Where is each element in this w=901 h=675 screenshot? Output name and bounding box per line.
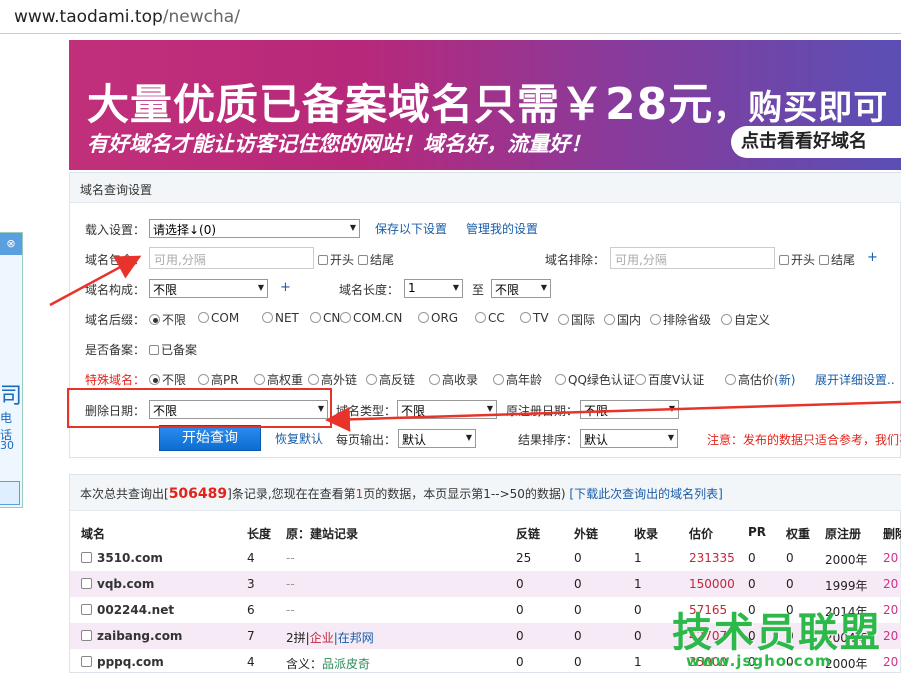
- cell-record: --: [286, 577, 295, 591]
- watermark: 技术员联盟 www.jsgho.com: [666, 600, 901, 673]
- record-part-b: 品派皮奇: [322, 657, 371, 671]
- table-row[interactable]: vqb.com 3 -- 0 0 1 150000 0 0 1999年 20: [70, 571, 901, 597]
- cell-outlinks: 0: [574, 551, 582, 565]
- column-header: 域名: [81, 527, 106, 541]
- arrow-to-delete-date: [325, 400, 901, 432]
- cell-outlinks: 0: [574, 655, 582, 669]
- cell-record: 2拼|企业|在邦网: [286, 629, 374, 646]
- cell-reg: 2000年: [825, 553, 868, 567]
- cell-domain[interactable]: vqb.com: [81, 577, 154, 591]
- column-header: 原注册: [825, 527, 862, 541]
- cell-backlinks: 0: [516, 629, 524, 643]
- domain-text: pppq.com: [97, 655, 164, 669]
- cell-outlinks: 0: [574, 603, 582, 617]
- cell-len: 4: [247, 551, 255, 565]
- total-count: 506489: [168, 486, 228, 502]
- cell-del: 20: [883, 551, 899, 565]
- download-list-link[interactable]: [下载此次查询出的域名列表]: [569, 487, 722, 501]
- cell-price: 231335: [689, 551, 735, 565]
- summary-c: 页的数据，本页显示第1-->50的数据): [363, 487, 566, 501]
- cell-pr: 0: [748, 577, 756, 591]
- cell-indexed: 1: [634, 577, 642, 591]
- domain-text: zaibang.com: [97, 629, 183, 643]
- cell-indexed: 1: [634, 655, 642, 669]
- cell-weight: 0: [786, 577, 794, 591]
- cell-len: 7: [247, 629, 255, 643]
- cell-del: 20: [883, 577, 899, 591]
- record-part-c[interactable]: |在邦网: [334, 631, 374, 645]
- cell-outlinks: 0: [574, 577, 582, 591]
- cell-len: 4: [247, 655, 255, 669]
- cell-reg: 1999年: [825, 579, 868, 593]
- cell-weight: 0: [786, 551, 794, 565]
- cell-domain[interactable]: 002244.net: [81, 603, 174, 617]
- cell-pr: 0: [748, 551, 756, 565]
- cell-backlinks: 0: [516, 577, 524, 591]
- cell-indexed: 0: [634, 629, 642, 643]
- cell-backlinks: 0: [516, 655, 524, 669]
- column-header: 权重: [786, 527, 811, 541]
- record-part-a: 含义：: [286, 657, 323, 671]
- checkbox-icon[interactable]: [81, 656, 92, 667]
- column-header: 原：建站记录: [286, 527, 359, 541]
- column-header: 反链: [516, 527, 541, 541]
- checkbox-icon[interactable]: [81, 578, 92, 589]
- watermark-main: 技术员联盟: [672, 610, 882, 656]
- cell-len: 3: [247, 577, 255, 591]
- domain-text: 002244.net: [97, 603, 175, 617]
- checkbox-icon[interactable]: [81, 630, 92, 641]
- record-part-a: 2拼|: [286, 631, 310, 645]
- summary-b: ]条记录,您现在在查看第: [227, 487, 356, 501]
- cell-backlinks: 0: [516, 603, 524, 617]
- cell-domain[interactable]: zaibang.com: [81, 629, 182, 643]
- column-header: 删除: [883, 527, 901, 541]
- results-summary: 本次总共查询出[506489]条记录,您现在在查看第1页的数据，本页显示第1--…: [70, 475, 901, 511]
- cell-record: --: [286, 603, 295, 617]
- column-header: 收录: [634, 527, 659, 541]
- arrow-to-contains: [49, 255, 142, 307]
- cell-domain[interactable]: pppq.com: [81, 655, 164, 669]
- cell-price: 150000: [689, 577, 735, 591]
- record-part-b[interactable]: 企业: [310, 631, 334, 645]
- watermark-url: www.jsgho.com: [686, 652, 832, 670]
- checkbox-icon[interactable]: [81, 552, 92, 563]
- summary-a: 本次总共查询出[: [80, 487, 169, 501]
- cell-domain[interactable]: 3510.com: [81, 551, 163, 565]
- domain-text: vqb.com: [97, 577, 155, 591]
- domain-text: 3510.com: [97, 551, 163, 565]
- column-header: 估价: [689, 527, 714, 541]
- table-row[interactable]: 3510.com 4 -- 25 0 1 231335 0 0 2000年 20: [70, 545, 901, 571]
- column-header: 长度: [247, 527, 272, 541]
- cell-record: 含义：品派皮奇: [286, 655, 370, 672]
- cell-outlinks: 0: [574, 629, 582, 643]
- cell-backlinks: 25: [516, 551, 532, 565]
- cell-record: --: [286, 551, 295, 565]
- cell-indexed: 0: [634, 603, 642, 617]
- cell-len: 6: [247, 603, 255, 617]
- cell-indexed: 1: [634, 551, 642, 565]
- checkbox-icon[interactable]: [81, 604, 92, 615]
- column-header: 外链: [574, 527, 599, 541]
- column-header: PR: [748, 525, 767, 539]
